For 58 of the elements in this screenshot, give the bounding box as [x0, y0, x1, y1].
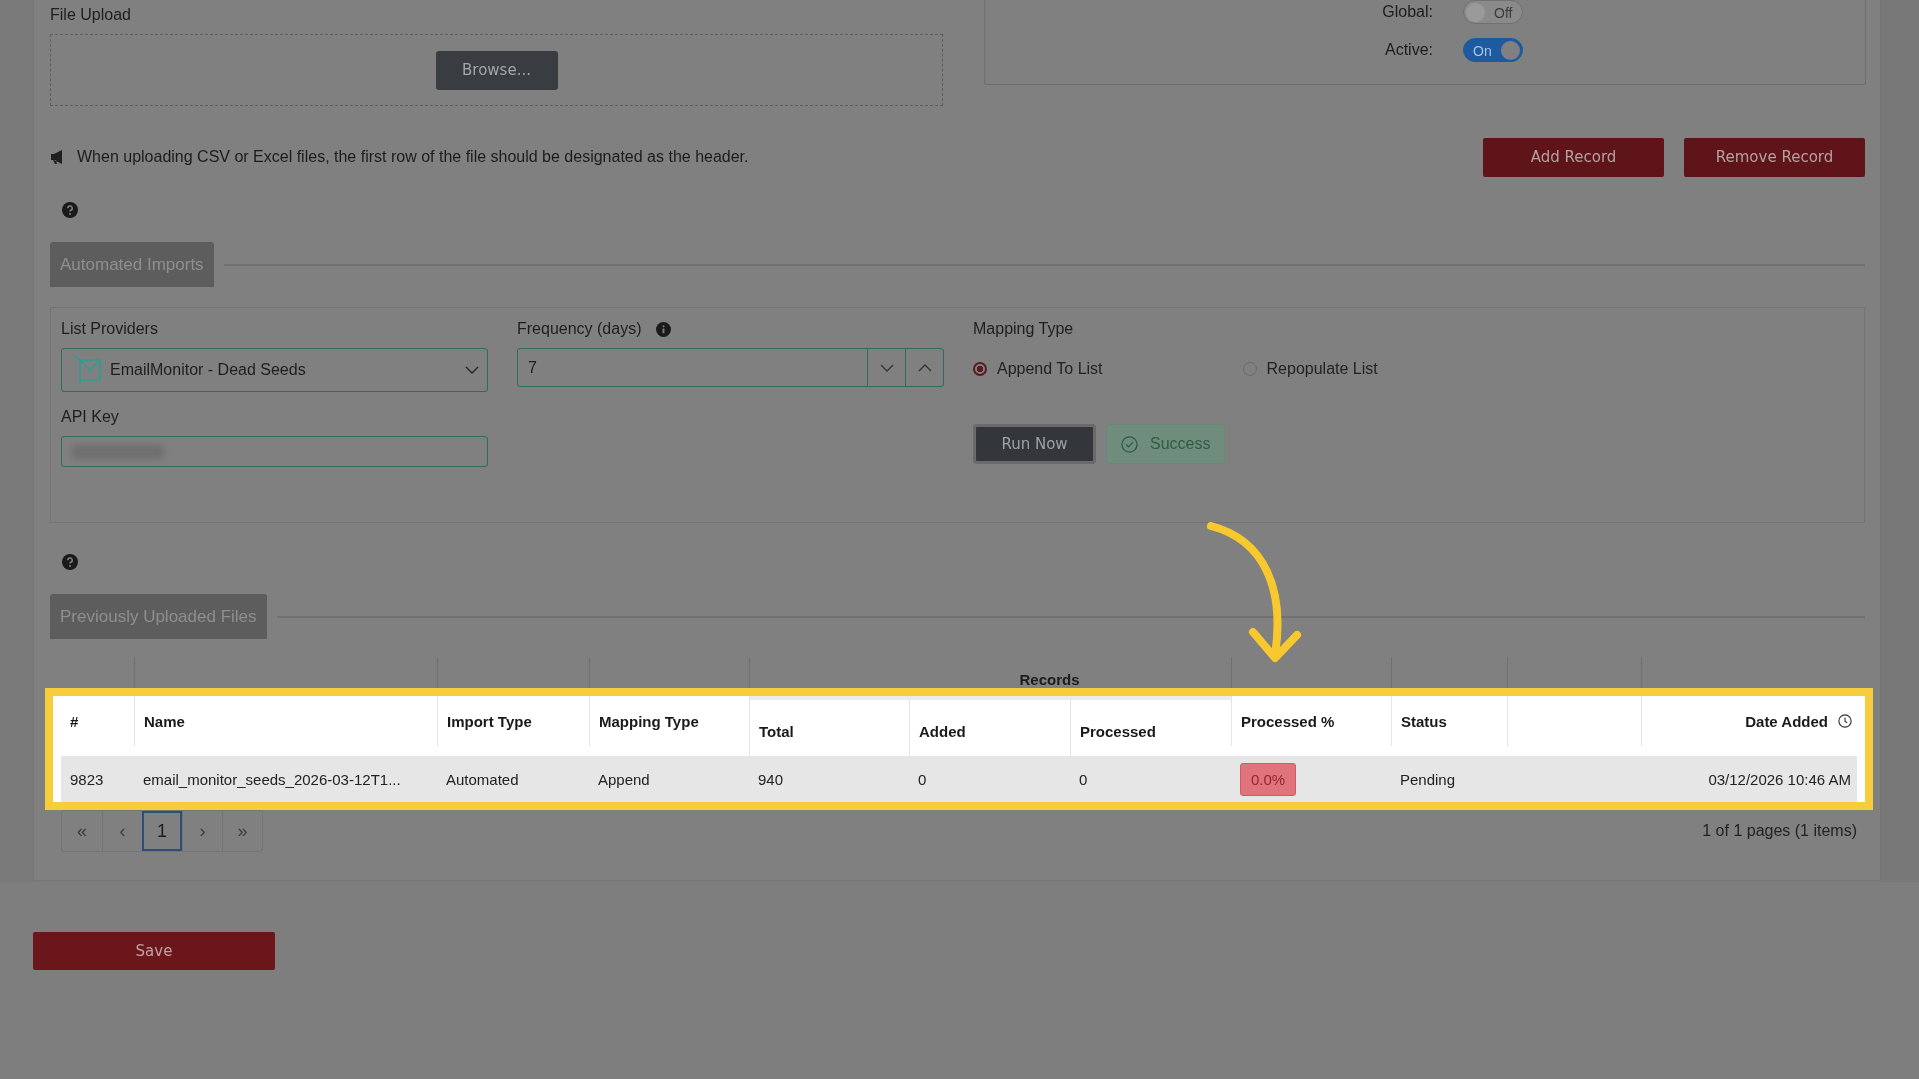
- table-cell: email_monitor_seeds_2026-03-12T1...: [143, 770, 401, 788]
- page-button[interactable]: ›: [182, 811, 222, 851]
- toggle-label: Global:: [1381, 3, 1433, 21]
- column-header[interactable]: Added: [919, 722, 966, 740]
- help-icon[interactable]: [62, 554, 78, 570]
- page-button[interactable]: «: [62, 811, 102, 851]
- table-cell: 0: [918, 770, 927, 788]
- column-header[interactable]: Total: [759, 722, 794, 740]
- info-icon[interactable]: [655, 321, 671, 337]
- table-cell: 9823: [70, 770, 104, 788]
- pagination-summary: 1 of 1 pages (1 items): [1702, 822, 1857, 840]
- upload-note: When uploading CSV or Excel files, the first row of the file should be designated as the header.: [77, 148, 749, 166]
- envelope-icon: [72, 353, 102, 387]
- success-text: Success: [1150, 435, 1211, 453]
- table-cell: Pending: [1400, 770, 1456, 788]
- mapping-type-label: Mapping Type: [973, 320, 1075, 338]
- page-button[interactable]: »: [222, 811, 262, 851]
- chevron-down-icon: [465, 366, 479, 374]
- column-header[interactable]: Date Added: [1745, 712, 1828, 730]
- table-cell: 03/12/2026 10:46 AM: [1708, 770, 1851, 788]
- column-group-header: Records: [1018, 671, 1081, 688]
- record-button[interactable]: Remove Record: [1684, 137, 1865, 177]
- check-circle-icon: [1121, 435, 1138, 453]
- file-upload-label: File Upload: [50, 6, 131, 24]
- column-header[interactable]: Import Type: [447, 712, 532, 730]
- column-header[interactable]: Name: [144, 712, 185, 730]
- provider-select[interactable]: EmailMonitor - Dead Seeds: [61, 348, 488, 392]
- record-button[interactable]: Add Record: [1483, 137, 1664, 177]
- column-header[interactable]: Processed: [1080, 722, 1156, 740]
- file-drop-zone[interactable]: Browse...: [50, 34, 943, 106]
- radio-label[interactable]: Repopulate List: [1266, 360, 1378, 378]
- table-cell: 0: [1079, 770, 1088, 788]
- radio-button[interactable]: [973, 362, 987, 376]
- column-header[interactable]: Processed %: [1241, 712, 1335, 730]
- page-button[interactable]: ‹: [102, 811, 142, 851]
- save-button[interactable]: Save: [33, 932, 275, 970]
- frequency-label: Frequency (days): [517, 320, 642, 338]
- column-header[interactable]: Mapping Type: [599, 712, 699, 730]
- help-icon[interactable]: [62, 202, 78, 218]
- radio-label[interactable]: Append To List: [997, 360, 1103, 378]
- column-header[interactable]: Status: [1401, 712, 1447, 730]
- chevron-up-icon: [917, 363, 932, 372]
- percent-badge: 0.0%: [1240, 762, 1297, 796]
- browse-button[interactable]: Browse...: [435, 50, 558, 90]
- run-now-button[interactable]: Run Now: [973, 424, 1096, 464]
- toggle-switch[interactable]: Off: [1463, 0, 1523, 24]
- table-cell: Append: [598, 770, 650, 788]
- api-key-field[interactable]: [61, 436, 488, 467]
- table-cell: Automated: [446, 770, 519, 788]
- column-header[interactable]: #: [70, 712, 79, 730]
- toggle-switch[interactable]: On: [1463, 38, 1523, 62]
- chevron-down-icon: [879, 363, 894, 372]
- clock-icon[interactable]: [1838, 714, 1852, 728]
- page-button[interactable]: 1: [142, 811, 182, 851]
- toggle-label: Active:: [1384, 41, 1433, 59]
- list-providers-label: List Providers: [61, 320, 159, 338]
- table-cell: 940: [758, 770, 784, 788]
- api-key-label: API Key: [61, 408, 120, 426]
